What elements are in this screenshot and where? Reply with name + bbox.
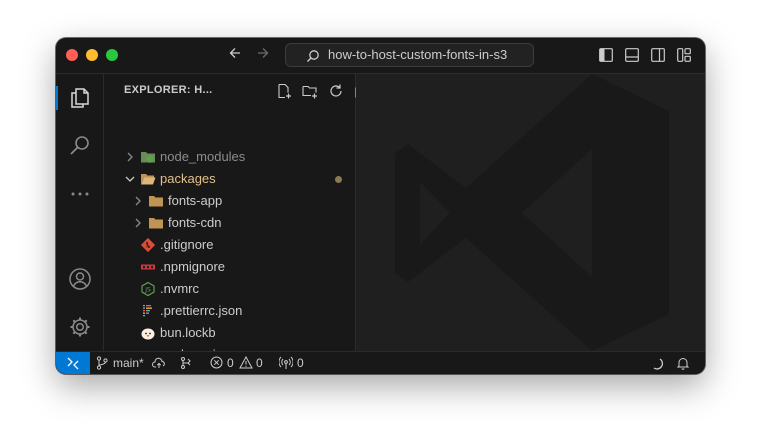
tree-item-packages[interactable]: packages bbox=[104, 168, 355, 190]
tree-item-label: .prettierrc.json bbox=[160, 303, 243, 318]
activity-bar bbox=[56, 74, 104, 351]
active-indicator bbox=[56, 86, 58, 110]
prettier-icon bbox=[140, 303, 156, 319]
tree-item-prettierrc[interactable]: .prettierrc.json bbox=[104, 300, 355, 322]
more-views-icon[interactable] bbox=[68, 182, 92, 206]
cloud-sync-icon[interactable] bbox=[152, 356, 166, 374]
tree-item-label: packages bbox=[160, 171, 216, 186]
back-arrow-icon[interactable] bbox=[228, 46, 242, 65]
tree-item-label: .nvmrc bbox=[160, 281, 199, 296]
chevron-right-icon bbox=[124, 150, 136, 164]
forward-arrow-icon[interactable] bbox=[256, 46, 270, 65]
refresh-icon[interactable] bbox=[328, 83, 344, 99]
tree-item-fonts-cdn[interactable]: fonts-cdn bbox=[104, 212, 355, 234]
errors-count[interactable]: 0 bbox=[227, 356, 234, 371]
new-folder-icon[interactable] bbox=[302, 83, 318, 99]
ports-icon[interactable] bbox=[278, 356, 294, 374]
node-folder-icon bbox=[140, 149, 156, 165]
chevron-right-icon bbox=[132, 194, 144, 208]
tree-item-nvmrc[interactable]: JS .nvmrc bbox=[104, 278, 355, 300]
source-control-icon[interactable] bbox=[179, 356, 193, 374]
explorer-title: EXPLORER: H... bbox=[124, 84, 213, 96]
minimize-window-button[interactable] bbox=[86, 49, 98, 61]
tree-item-fonts-app[interactable]: fonts-app bbox=[104, 190, 355, 212]
tree-item-npmignore[interactable]: .npmignore bbox=[104, 256, 355, 278]
tree-item-label: .npmignore bbox=[160, 259, 226, 274]
remote-icon bbox=[67, 357, 79, 370]
folder-open-icon bbox=[140, 171, 156, 187]
warnings-icon[interactable] bbox=[239, 355, 253, 373]
bun-icon bbox=[140, 325, 156, 341]
editor-area bbox=[356, 74, 705, 351]
remote-indicator[interactable] bbox=[56, 352, 90, 374]
accounts-icon[interactable] bbox=[68, 267, 92, 291]
search-icon bbox=[306, 48, 320, 70]
customize-layout-icon[interactable] bbox=[677, 48, 691, 62]
chevron-down-icon bbox=[124, 172, 136, 186]
toggle-panel-icon[interactable] bbox=[625, 48, 639, 62]
tree-item-node-modules[interactable]: node_modules bbox=[104, 146, 355, 168]
explorer-files-icon[interactable] bbox=[68, 86, 92, 110]
tree-item-label: .gitignore bbox=[160, 237, 214, 252]
tree-item-label: fonts-cdn bbox=[168, 215, 222, 230]
close-window-button[interactable] bbox=[66, 49, 78, 61]
status-bar: main* 0 0 0 bbox=[56, 351, 705, 374]
warnings-count[interactable]: 0 bbox=[256, 356, 263, 371]
vscode-watermark-logo bbox=[395, 74, 669, 351]
chevron-right-icon bbox=[132, 216, 144, 230]
tree-item-label: bun.lockb bbox=[160, 325, 216, 340]
zoom-window-button[interactable] bbox=[106, 49, 118, 61]
svg-text:JS: JS bbox=[144, 287, 151, 294]
toggle-primary-sidebar-icon[interactable] bbox=[599, 48, 613, 62]
search-icon[interactable] bbox=[68, 134, 92, 158]
tree-item-gitignore[interactable]: .gitignore bbox=[104, 234, 355, 256]
window-title: how-to-host-custom-fonts-in-s3 bbox=[328, 47, 508, 62]
tree-item-bun-lockb[interactable]: bun.lockb bbox=[104, 322, 355, 344]
modified-dot bbox=[335, 176, 342, 183]
branch-name[interactable]: main* bbox=[113, 356, 144, 371]
tree-item-label: node_modules bbox=[160, 149, 246, 164]
manage-gear-icon[interactable] bbox=[68, 315, 92, 339]
command-center-search[interactable]: how-to-host-custom-fonts-in-s3 bbox=[285, 43, 534, 67]
folder-icon bbox=[148, 215, 164, 231]
toggle-secondary-sidebar-icon[interactable] bbox=[651, 48, 665, 62]
vscode-window: how-to-host-custom-fonts-in-s3 EXPLORER:… bbox=[56, 38, 705, 374]
new-file-icon[interactable] bbox=[276, 83, 292, 99]
npm-icon bbox=[140, 259, 156, 275]
branch-icon[interactable] bbox=[96, 356, 108, 374]
tree-item-label: fonts-app bbox=[168, 193, 223, 208]
title-bar: how-to-host-custom-fonts-in-s3 bbox=[56, 38, 705, 74]
loading-spinner-icon bbox=[649, 356, 664, 374]
notifications-bell-icon[interactable] bbox=[676, 356, 690, 374]
errors-icon[interactable] bbox=[210, 356, 223, 373]
git-icon bbox=[140, 237, 156, 253]
explorer-sidebar: EXPLORER: H... node_modules packages fon… bbox=[104, 74, 395, 362]
folder-icon bbox=[148, 193, 164, 209]
ports-count[interactable]: 0 bbox=[297, 356, 304, 371]
node-icon: JS bbox=[140, 281, 156, 297]
